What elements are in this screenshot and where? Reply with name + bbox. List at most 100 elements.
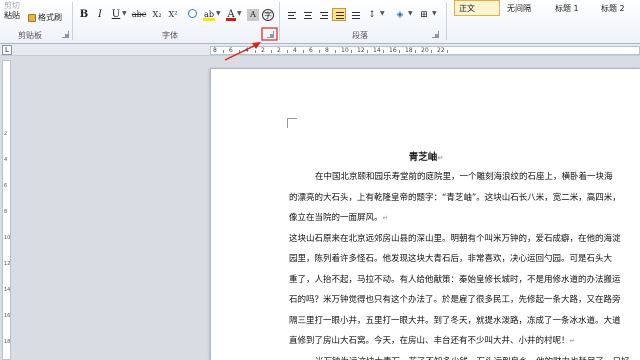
ruler-tick [239, 50, 240, 53]
bold-button[interactable]: B [78, 9, 90, 21]
style-item-heading-1[interactable]: 标题 1 [550, 0, 594, 16]
document-line: 园里，陈列着许多怪石。他发现这块大青石后，非常喜欢，决心运回勺园。可是石头大 [289, 252, 612, 264]
group-separator [279, 2, 280, 40]
font-dialog-launcher[interactable] [267, 31, 274, 38]
ruler-tick [447, 50, 448, 53]
ruler-number: 6 [309, 47, 313, 54]
document-line-text: 石的吗？米万钟觉得也只有这个办法了。於是雇了很多民工，先修起一条大路，又在路旁 [289, 295, 621, 305]
strikethrough-button[interactable]: abc [131, 9, 147, 21]
line-spacing-button[interactable]: ↕ [366, 9, 378, 21]
document-line: 米万钟为运这块大青石，花了不知多少钱，石头运到良乡，他的财力也耗尽了，只好 [315, 355, 630, 360]
document-line-text: 的漂亮的大石头，上有乾隆皇帝的题字：“青芝岫”。这块山石长八米，宽二米，高四米， [289, 192, 621, 203]
align-center-button[interactable] [300, 8, 314, 21]
document-line-text: 直修到了房山大石窝。今天，在房山、丰台还有不少叫大井、小井的村呢！ [289, 336, 570, 346]
ruler-number: 18 [405, 47, 413, 54]
highlight-icon: ab [204, 10, 214, 19]
ruler-tick [303, 50, 304, 53]
ruler-number: 20 [421, 47, 429, 54]
vertical-ruler-number: 14 [4, 287, 11, 293]
ruler-number: 6 [229, 47, 233, 54]
vertical-ruler-number: 10 [4, 235, 11, 241]
align-left-button[interactable] [284, 8, 298, 21]
document-line-text: 在中国北京颐和园乐寿堂前的庭院里，一个雕刻海浪纹的石座上，横卧着一块海 [315, 172, 613, 182]
document-title: 青芝岫↵ [211, 149, 640, 163]
ruler-tick [399, 50, 400, 53]
format-painter-label: 格式刷 [38, 13, 62, 22]
style-item-no-spacing[interactable]: 无间隔 [502, 0, 548, 16]
vertical-ruler-number: 16 [4, 313, 11, 319]
document-line-text: 像立在当院的一面屏风。 [289, 213, 383, 223]
vertical-ruler-number: 2 [4, 131, 8, 137]
document-line: 的漂亮的大石头，上有乾隆皇帝的题字：“青芝岫”。这块山石长八米，宽二米，高四米， [289, 191, 621, 203]
border-icon: ⊞ [420, 10, 428, 20]
ruler-number: 22 [437, 47, 445, 54]
ruler-tick [287, 50, 288, 53]
distributed-align-button[interactable] [348, 8, 362, 21]
style-item-label: 无间隔 [507, 4, 531, 13]
underline-button[interactable]: U [110, 9, 122, 21]
align-right-button[interactable] [316, 8, 330, 21]
paragraph-dialog-launcher[interactable] [432, 31, 439, 38]
ruler-tick [335, 50, 336, 53]
ruler-number: 12 [357, 47, 365, 54]
vertical-ruler[interactable]: 2 4 6 8 10 12 14 16 18 [2, 60, 11, 360]
italic-button[interactable]: I [95, 9, 105, 21]
style-item-label: 标题 1 [555, 4, 579, 13]
ruler-number: 16 [389, 47, 397, 54]
document-line: 像立在当院的一面屏风。↵ [289, 211, 388, 223]
ruler-number: 14 [373, 47, 381, 54]
superscript-button[interactable]: X² [166, 9, 180, 21]
style-item-heading-2[interactable]: 标题 2 [596, 0, 640, 16]
paint-bucket-icon: ◈ [396, 10, 404, 20]
document-line-text: 这块山石原来在北京远郊房山县的深山里。明朝有个叫米万钟的，爱石成癖，在他的海淀 [289, 233, 621, 244]
paste-button[interactable]: 粘贴 [4, 10, 20, 21]
style-item-label: 标题 2 [601, 4, 625, 13]
format-painter-button[interactable]: 格式刷 [28, 12, 62, 23]
document-line: 在中国北京颐和园乐寿堂前的庭院里，一个雕刻海浪纹的石座上，横卧着一块海 [315, 170, 613, 182]
chevron-down-icon[interactable]: ▼ [237, 10, 242, 17]
highlight-button[interactable]: ab [203, 9, 215, 21]
borders-button[interactable]: ⊞ [418, 9, 430, 21]
document-line: 重了，人抬不起，马拉不动。有人给他献策：秦始皇修长城时，不是用修水道的办法搬运 [289, 273, 621, 285]
document-line: 隔三里打一眼小井，五里打一眼大井。到了冬天，就提水泼路，冻成了一条冰水道。大道 [289, 314, 621, 326]
font-color-button[interactable]: A [226, 9, 236, 21]
ruler-tick [255, 50, 256, 53]
shading-button[interactable]: ◈ [394, 9, 406, 21]
vertical-ruler-number: 4 [4, 157, 8, 163]
ruler-number: 8 [213, 47, 217, 54]
document-line-text: 隔三里打一眼小井，五里打一眼大井。到了冬天，就提水泼路，冻成了一条冰水道。大道 [289, 315, 621, 326]
ruler-tick [223, 50, 224, 53]
ruler-tick [271, 50, 272, 53]
tab-selector[interactable]: L [2, 45, 12, 55]
vertical-ruler-number: 8 [4, 209, 8, 215]
chevron-down-icon[interactable]: ▼ [122, 10, 127, 17]
chevron-down-icon[interactable]: ▼ [216, 10, 221, 17]
styles-gallery: 正文 无间隔 标题 1 标题 2 [452, 0, 640, 18]
style-item-normal[interactable]: 正文 [454, 0, 500, 16]
paragraph-group-label: 段落 [352, 31, 368, 40]
text-effects-icon [187, 9, 197, 18]
enclose-characters-button[interactable]: 字 [262, 9, 274, 21]
clipboard-dialog-launcher[interactable] [62, 31, 69, 38]
vertical-ruler-number: 18 [4, 339, 11, 345]
document-page[interactable]: 青芝岫↵ 在中国北京颐和园乐寿堂前的庭院里，一个雕刻海浪纹的石座上，横卧着一块海… [210, 68, 640, 360]
group-separator [72, 2, 73, 40]
subscript-button[interactable]: X₂ [150, 9, 164, 21]
ruler-number: 2 [277, 47, 281, 54]
justify-button[interactable] [332, 8, 346, 21]
ruler-tick [383, 50, 384, 53]
document-title-text: 青芝岫 [408, 152, 438, 163]
document-line-text: 园里，陈列着许多怪石。他发现这块大青石后，非常喜欢，决心运回勺园。可是石头大 [289, 254, 613, 264]
ruler-tick [351, 50, 352, 53]
chevron-down-icon[interactable]: ▼ [380, 10, 385, 17]
chevron-down-icon[interactable]: ▼ [432, 10, 437, 17]
ruler-number: 10 [341, 47, 349, 54]
paragraph-mark: ↵ [569, 337, 576, 345]
text-effects-button[interactable] [186, 9, 198, 21]
chevron-down-icon[interactable]: ▼ [408, 10, 413, 17]
document-line: 这块山石原来在北京远郊房山县的深山里。明朝有个叫米万钟的，爱石成癖，在他的海淀 [289, 232, 621, 244]
character-shading-button[interactable]: A [247, 9, 259, 21]
horizontal-ruler[interactable]: 8 6 4 2 2 4 6 8 10 12 14 16 18 20 22 [210, 46, 640, 55]
group-separator [446, 2, 447, 40]
paintbrush-icon [28, 13, 36, 22]
